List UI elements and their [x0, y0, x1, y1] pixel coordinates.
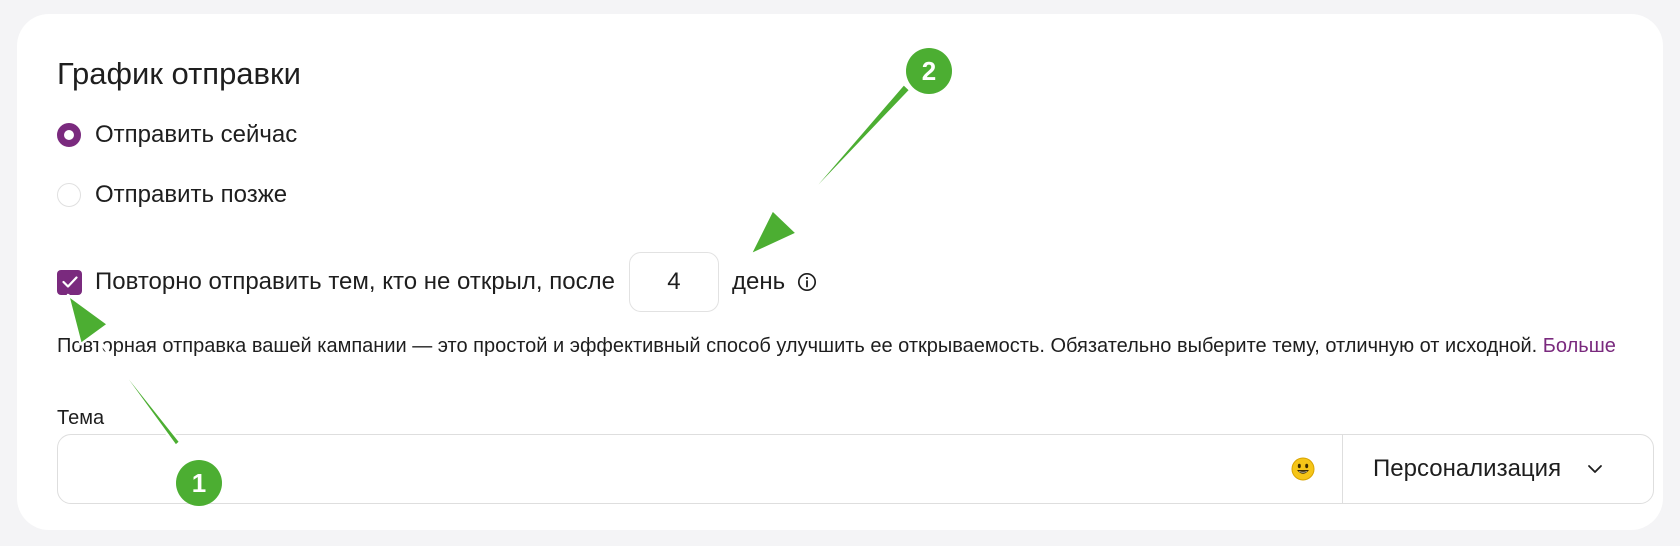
resend-checkbox[interactable]: [57, 269, 82, 295]
radio-send-later[interactable]: Отправить позже: [57, 180, 287, 210]
radio-send-now[interactable]: Отправить сейчас: [57, 120, 297, 150]
subject-label: Тема: [57, 407, 105, 429]
smiley-emoji-icon[interactable]: [1280, 435, 1326, 503]
radio-send-now-label[interactable]: Отправить сейчас: [95, 121, 297, 149]
radio-selected-icon[interactable]: [57, 123, 81, 147]
radio-unselected-icon[interactable]: [57, 183, 81, 207]
send-schedule-card: График отправки Отправить сейчас Отправи…: [17, 14, 1663, 530]
annotation-badge-1: 1: [176, 460, 222, 506]
section-title: График отправки: [57, 56, 301, 91]
subject-input[interactable]: [58, 435, 1280, 503]
resend-days-unit: день: [731, 268, 786, 295]
annotation-badge-2: 2: [906, 48, 952, 94]
radio-send-later-label[interactable]: Отправить позже: [95, 181, 287, 209]
personalization-dropdown[interactable]: Персонализация: [1343, 435, 1653, 503]
resend-label[interactable]: Повторно отправить тем, кто не открыл, п…: [95, 268, 615, 296]
resend-days-input[interactable]: [628, 252, 719, 312]
chevron-down-icon[interactable]: [1587, 464, 1603, 474]
resend-row: Повторно отправить тем, кто не открыл, п…: [57, 252, 817, 312]
resend-description-text: Повторная отправка вашей кампании — это …: [57, 335, 1538, 357]
info-icon[interactable]: [797, 272, 817, 292]
subject-field: Персонализация: [57, 434, 1654, 504]
more-link[interactable]: Больше: [1543, 335, 1616, 357]
resend-description: Повторная отправка вашей кампании — это …: [57, 329, 1617, 363]
personalization-label[interactable]: Персонализация: [1373, 455, 1561, 483]
checkmark-icon: [61, 276, 78, 288]
